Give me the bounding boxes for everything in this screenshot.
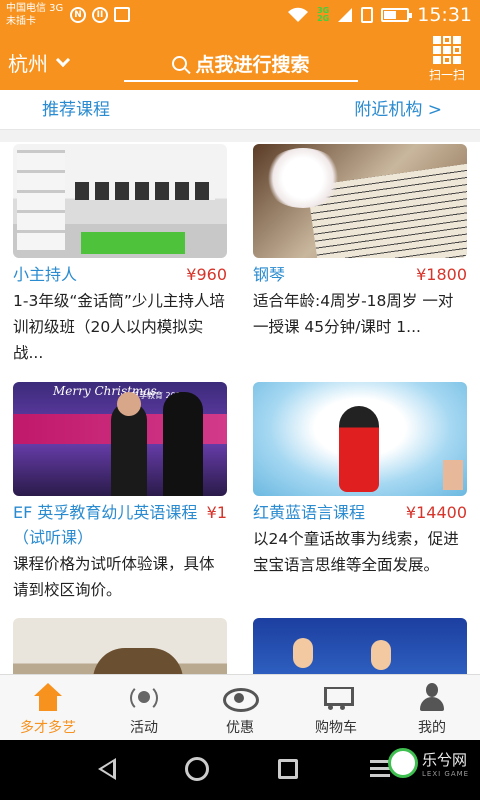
carrier-info: 中国电信 3G 未插卡 xyxy=(6,2,63,28)
course-description: 课程价格为试听体验课，具体请到校区询价。 xyxy=(13,555,215,599)
search-placeholder: 点我进行搜索 xyxy=(195,53,310,76)
sim-status: 未插卡 xyxy=(6,16,36,27)
recommended-courses-tab[interactable]: 推荐课程 xyxy=(42,95,110,120)
house-icon xyxy=(34,683,62,713)
course-title[interactable]: 红黄蓝语言课程 xyxy=(253,500,365,525)
course-image-teapot[interactable] xyxy=(13,618,227,674)
course-card[interactable]: 钢琴 ¥1800 适合年龄:4周岁-18周岁 一对一授课 45分钟/课时 1..… xyxy=(253,144,467,340)
cart-icon xyxy=(320,683,354,713)
tab-talents[interactable]: 多才多艺 xyxy=(0,675,96,740)
tab-label: 活动 xyxy=(130,720,158,736)
notification-pause-icon: II xyxy=(92,7,108,23)
course-title[interactable]: 钢琴 xyxy=(253,262,285,287)
status-right: 3G 2G 15:31 xyxy=(287,4,472,26)
notification-image-icon xyxy=(114,7,130,22)
course-description: 以24个童话故事为线索，促进宝宝语言思维等全面发展。 xyxy=(253,530,459,574)
tab-label: 购物车 xyxy=(315,720,357,736)
carrier-name: 中国电信 3G xyxy=(6,3,64,14)
course-card[interactable] xyxy=(13,618,227,674)
scan-button[interactable]: 扫一扫 xyxy=(422,36,472,83)
chevron-down-icon xyxy=(55,52,71,67)
battery-icon xyxy=(381,8,413,22)
tab-profile[interactable]: 我的 xyxy=(384,675,480,740)
course-grid: 小主持人 ¥960 1-3年级“金话筒”少儿主持人培训初级班（20人以内模拟实战… xyxy=(0,142,480,674)
course-price: ¥960 xyxy=(186,265,227,284)
broadcast-icon xyxy=(129,683,159,713)
signal-icon xyxy=(338,8,353,22)
sim-card-icon xyxy=(361,7,374,23)
bottom-tab-bar: 多才多艺 活动 优惠 购物车 我的 xyxy=(0,674,480,740)
course-description: 适合年龄:4周岁-18周岁 一对一授课 45分钟/课时 1... xyxy=(253,292,454,336)
watermark-text: 乐兮网 xyxy=(422,750,468,769)
watermark-logo-icon xyxy=(388,748,418,778)
city-selector[interactable]: 杭州 xyxy=(8,48,71,77)
tab-label: 多才多艺 xyxy=(20,720,76,736)
search-icon xyxy=(172,55,188,71)
eye-icon xyxy=(223,683,259,713)
notification-icons: N II xyxy=(70,7,130,23)
wifi-icon xyxy=(288,7,309,22)
course-card[interactable]: 红黄蓝语言课程 ¥14400 以24个童话故事为线索，促进宝宝语言思维等全面发展… xyxy=(253,382,467,578)
tab-label: 优惠 xyxy=(226,720,254,736)
nearby-institutions-link[interactable]: 附近机构 > xyxy=(354,95,442,120)
course-card[interactable] xyxy=(253,618,467,674)
tab-label: 我的 xyxy=(418,720,446,736)
menu-icon[interactable] xyxy=(370,760,390,778)
course-price: ¥1 xyxy=(206,503,227,522)
watermark: 乐兮网 LEXI GAME xyxy=(388,748,469,778)
tab-deals[interactable]: 优惠 xyxy=(192,675,288,740)
course-card[interactable]: Merry Christmas 英孚教育 2011 EF 英孚教育幼儿英语课程（… xyxy=(13,382,227,603)
city-label: 杭州 xyxy=(8,52,48,76)
course-image-christmas-stage[interactable]: Merry Christmas 英孚教育 2011 xyxy=(13,382,227,496)
watermark-subtext: LEXI GAME xyxy=(422,769,470,778)
back-icon[interactable] xyxy=(98,758,116,780)
section-header: 推荐课程 附近机构 > xyxy=(0,90,480,130)
divider xyxy=(0,130,480,142)
app-header: 杭州 点我进行搜索 扫一扫 xyxy=(0,32,480,90)
tab-activities[interactable]: 活动 xyxy=(96,675,192,740)
battery-level xyxy=(384,11,397,19)
course-image-classroom[interactable] xyxy=(13,144,227,258)
recent-apps-icon[interactable] xyxy=(278,759,298,779)
user-icon xyxy=(418,683,446,713)
course-title[interactable]: EF 英孚教育幼儿英语课程（试听课） xyxy=(13,500,207,550)
clock: 15:31 xyxy=(417,4,472,26)
course-description: 1-3年级“金话筒”少儿主持人培训初级班（20人以内模拟实战... xyxy=(13,292,225,362)
course-card[interactable]: 小主持人 ¥960 1-3年级“金话筒”少儿主持人培训初级班（20人以内模拟实战… xyxy=(13,144,227,366)
course-title[interactable]: 小主持人 xyxy=(13,262,77,287)
course-price: ¥1800 xyxy=(416,265,467,284)
red-stamp-icon xyxy=(443,460,463,490)
scan-label: 扫一扫 xyxy=(428,68,465,82)
course-image-kids-stage[interactable] xyxy=(253,618,467,674)
notification-n-icon: N xyxy=(70,7,86,23)
qr-code-icon xyxy=(433,36,461,64)
network-2g-label: 2G xyxy=(317,14,330,23)
status-bar: 中国电信 3G 未插卡 N II 3G 2G 15:31 xyxy=(0,0,480,32)
tab-cart[interactable]: 购物车 xyxy=(288,675,384,740)
network-type-badge: 3G 2G xyxy=(317,7,329,23)
course-image-piano[interactable] xyxy=(253,144,467,258)
search-bar[interactable]: 点我进行搜索 xyxy=(124,46,358,82)
home-icon[interactable] xyxy=(185,757,209,781)
course-price: ¥14400 xyxy=(405,503,467,522)
course-image-girl-singing[interactable] xyxy=(253,382,467,496)
